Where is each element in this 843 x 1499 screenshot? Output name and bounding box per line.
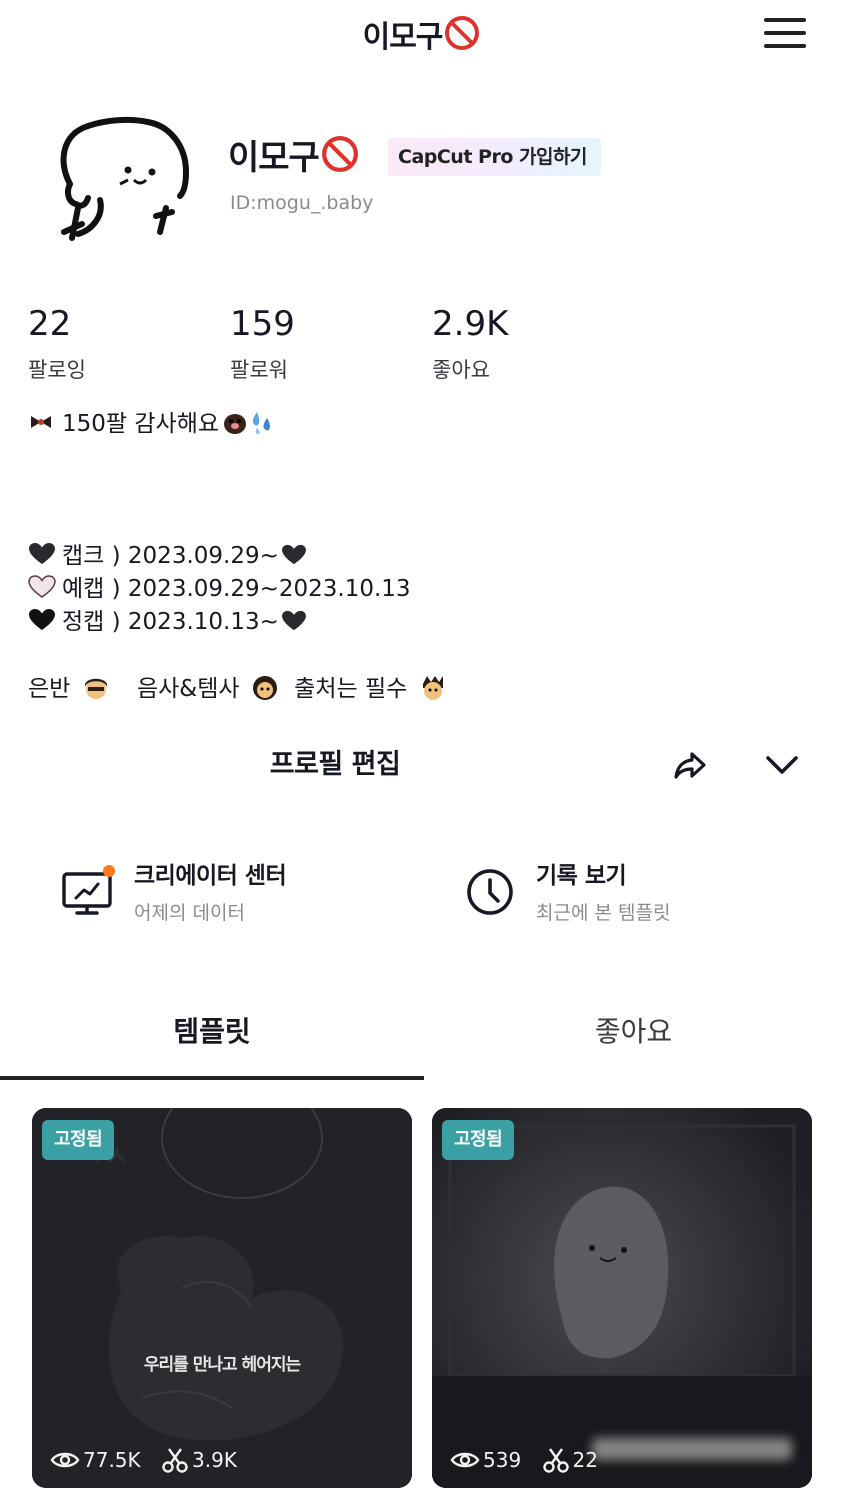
- bio-history-line-2: 예캡 ) 2023.09.29~2023.10.13: [28, 574, 411, 604]
- share-icon: [674, 752, 706, 779]
- history-subtitle: 최근에 본 템플릿: [536, 902, 671, 924]
- followers-count: 159: [230, 304, 295, 344]
- person-emoji-icon: [84, 678, 107, 699]
- likes-count: 2.9K: [432, 304, 509, 344]
- template-card[interactable]: ᄊ 고정됨 우리를 만나고 헤어지는 77.5K 3.9K: [32, 1108, 412, 1488]
- top-bar: 이모구: [0, 0, 843, 70]
- template-thumbnail: ᄊ: [32, 1108, 412, 1488]
- mole-emoji-icon: [224, 414, 247, 434]
- black-heart-icon: [29, 609, 55, 630]
- likes-label: 좋아요: [432, 358, 490, 382]
- bio-rules-line: 은반 음사&템사 출처는 필수: [28, 674, 447, 704]
- template-stats: 539 22: [450, 1446, 598, 1473]
- avatar[interactable]: [48, 112, 198, 252]
- sweat-drops-emoji-icon: [252, 412, 270, 434]
- bio-rule-2: 음사&템사: [136, 676, 240, 702]
- uses-count: 22: [572, 1447, 598, 1472]
- history-link[interactable]: 기록 보기 최근에 본 템플릿: [464, 852, 784, 932]
- bio-rule-3: 출처는 필수: [294, 676, 408, 702]
- template-caption: 우리를 만나고 헤어지는: [143, 1355, 301, 1375]
- followers-label: 팔로워: [230, 358, 288, 382]
- bio-history-text-3: 정캡 ) 2023.10.13~: [62, 609, 279, 635]
- clock-icon: [467, 869, 513, 915]
- expand-button[interactable]: [758, 742, 806, 788]
- dark-heart-icon: [281, 544, 306, 565]
- tab-likes[interactable]: 좋아요: [424, 1008, 843, 1078]
- eye-icon: [450, 1452, 480, 1467]
- menu-icon-bar-middle: [764, 31, 806, 35]
- person-emoji-icon: [252, 676, 277, 700]
- bio-history-line-1: 캡크 ) 2023.09.29~: [28, 541, 307, 571]
- dark-heart-icon: [29, 543, 55, 564]
- profile-name-text: 이모구: [228, 138, 320, 178]
- white-heart-icon: [28, 575, 56, 598]
- following-label: 팔로잉: [28, 358, 86, 382]
- template-thumbnail: [432, 1108, 812, 1488]
- history-title: 기록 보기: [536, 863, 627, 889]
- views-count: 539: [483, 1447, 522, 1472]
- bio-thanks-text: 150팔 감사해요: [62, 411, 220, 437]
- user-id: ID:mogu_.baby: [230, 192, 374, 214]
- pinned-badge: 고정됨: [442, 1120, 515, 1160]
- dark-heart-icon: [281, 610, 306, 631]
- menu-icon-bar-bottom: [764, 44, 806, 48]
- menu-icon-bar-top: [764, 18, 806, 22]
- scissors-icon: [542, 1447, 569, 1473]
- bio-history-text-1: 캡크 ) 2023.09.29~: [62, 543, 279, 569]
- stat-likes[interactable]: 2.9K 좋아요: [432, 304, 508, 384]
- notification-badge-dot: [103, 865, 115, 877]
- share-button[interactable]: [668, 742, 714, 788]
- template-stats: 77.5K 3.9K: [50, 1446, 237, 1473]
- person-emoji-icon: [422, 676, 443, 700]
- pinned-badge: 고정됨: [42, 1120, 115, 1160]
- blurred-caption: [592, 1438, 792, 1460]
- tab-templates[interactable]: 템플릿: [0, 1008, 424, 1078]
- eye-icon: [50, 1452, 80, 1467]
- bow-emoji-icon: [31, 416, 51, 428]
- bio-rule-1: 은반: [28, 676, 71, 702]
- active-tab-indicator: [0, 1076, 424, 1080]
- prohibited-emoji-icon: [321, 136, 358, 172]
- header-title-text: 이모구: [362, 20, 444, 55]
- creator-center-title: 크리에이터 센터: [134, 863, 287, 889]
- header-title: 이모구: [0, 12, 843, 56]
- capcut-pro-button[interactable]: CapCut Pro 가입하기: [388, 138, 601, 176]
- bio-line-thanks: 150팔 감사해요: [28, 408, 275, 439]
- scissors-icon: [162, 1447, 188, 1473]
- bio-history-line-3: 정캡 ) 2023.10.13~: [28, 607, 307, 637]
- chevron-down-icon: [766, 756, 798, 774]
- edit-profile-button[interactable]: 프로필 편집: [190, 740, 480, 790]
- creator-center-link[interactable]: 크리에이터 센터 어제의 데이터: [62, 852, 382, 932]
- menu-button[interactable]: [760, 14, 808, 54]
- uses-count: 3.9K: [192, 1447, 237, 1472]
- stat-following[interactable]: 22 팔로잉: [28, 304, 86, 384]
- monitor-chart-icon: [62, 865, 115, 915]
- following-count: 22: [28, 304, 72, 344]
- profile-name: 이모구: [228, 130, 359, 179]
- prohibited-emoji-icon: [445, 16, 480, 50]
- creator-center-subtitle: 어제의 데이터: [134, 902, 245, 924]
- views-count: 77.5K: [83, 1447, 141, 1472]
- bio-history-text-2: 예캡 ) 2023.09.29~2023.10.13: [62, 576, 411, 602]
- template-card[interactable]: 고정됨 539 22: [432, 1108, 812, 1488]
- stat-followers[interactable]: 159 팔로워: [230, 304, 295, 384]
